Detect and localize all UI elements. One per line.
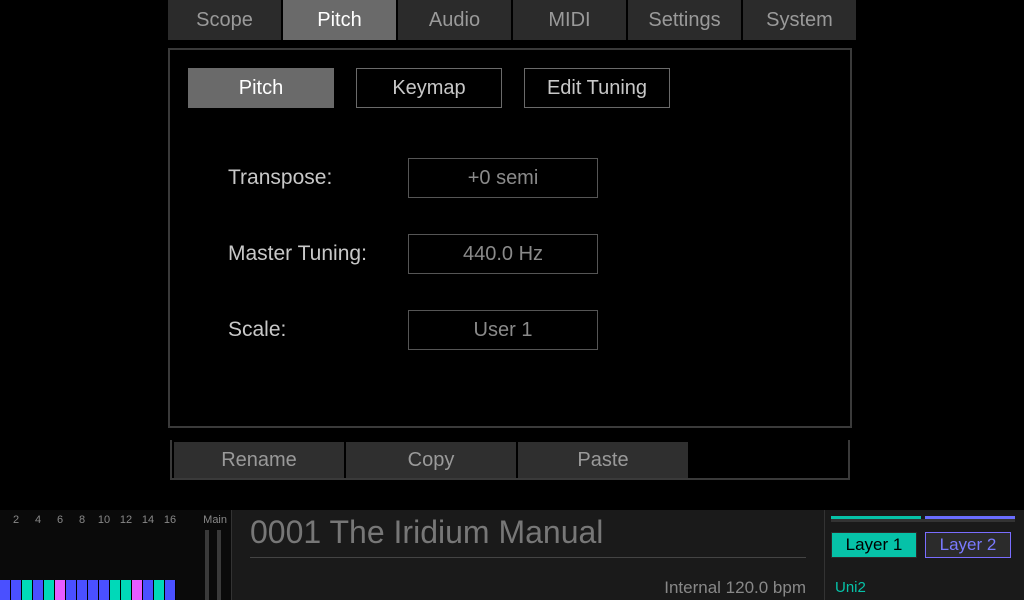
midi-bar: [143, 580, 154, 600]
layer-1-button[interactable]: Layer 1: [831, 532, 917, 558]
action-row: Rename Copy Paste: [170, 440, 850, 480]
transpose-value[interactable]: +0 semi: [408, 158, 598, 198]
midi-bar: [154, 580, 165, 600]
main-meter-1: [217, 530, 221, 600]
subtab-pitch[interactable]: Pitch: [188, 68, 334, 108]
tab-scope[interactable]: Scope: [168, 0, 281, 40]
transpose-label: Transpose:: [228, 166, 408, 190]
layer-buttons: Layer 1 Layer 2: [831, 532, 1018, 558]
midi-bar: [66, 580, 77, 600]
subtab-keymap[interactable]: Keymap: [356, 68, 502, 108]
layer-meters: [831, 516, 1015, 522]
tab-audio[interactable]: Audio: [398, 0, 511, 40]
midi-bar: [44, 580, 55, 600]
sub-tab-bar: Pitch Keymap Edit Tuning: [188, 68, 832, 108]
master-tuning-row: Master Tuning: 440.0 Hz: [188, 234, 832, 274]
midi-bar: [165, 580, 176, 600]
main-meter-2: [205, 530, 209, 600]
midi-main-label: Main: [203, 514, 227, 526]
transpose-row: Transpose: +0 semi: [188, 158, 832, 198]
midi-bar: [55, 580, 66, 600]
bottom-bar: 2 4 6 8 10 12 14 16 Main: [0, 510, 1024, 600]
preset-name: 0001 The Iridium Manual: [250, 514, 806, 551]
midi-bar: [99, 580, 110, 600]
midi-channel-numbers: 2 4 6 8 10 12 14 16: [6, 514, 180, 526]
midi-bars: [0, 580, 176, 600]
midi-bar: [121, 580, 132, 600]
scale-row: Scale: User 1: [188, 310, 832, 350]
scale-label: Scale:: [228, 318, 408, 342]
copy-button[interactable]: Copy: [346, 442, 516, 478]
rename-button[interactable]: Rename: [174, 442, 344, 478]
tab-pitch[interactable]: Pitch: [283, 0, 396, 40]
layer-2-button[interactable]: Layer 2: [925, 532, 1011, 558]
midi-bar: [11, 580, 22, 600]
voice-mode-label: Uni2: [835, 579, 866, 596]
divider: [250, 557, 806, 558]
master-tuning-value[interactable]: 440.0 Hz: [408, 234, 598, 274]
preset-area[interactable]: 0001 The Iridium Manual Internal 120.0 b…: [232, 510, 824, 600]
paste-button[interactable]: Paste: [518, 442, 688, 478]
layer-area: Layer 1 Layer 2 Uni2: [824, 510, 1024, 600]
tab-system[interactable]: System: [743, 0, 856, 40]
midi-bar: [110, 580, 121, 600]
midi-bar: [22, 580, 33, 600]
master-tuning-label: Master Tuning:: [228, 242, 408, 266]
scale-value[interactable]: User 1: [408, 310, 598, 350]
midi-bar: [132, 580, 143, 600]
midi-bar: [88, 580, 99, 600]
midi-bar: [33, 580, 44, 600]
midi-activity-monitor[interactable]: 2 4 6 8 10 12 14 16 Main: [0, 510, 232, 600]
tab-midi[interactable]: MIDI: [513, 0, 626, 40]
tempo-readout[interactable]: Internal 120.0 bpm: [664, 578, 806, 598]
subtab-edit-tuning[interactable]: Edit Tuning: [524, 68, 670, 108]
pitch-settings-panel: Pitch Keymap Edit Tuning Transpose: +0 s…: [168, 48, 852, 428]
tab-settings[interactable]: Settings: [628, 0, 741, 40]
midi-bar: [0, 580, 11, 600]
midi-bar: [77, 580, 88, 600]
top-tab-bar: Scope Pitch Audio MIDI Settings System: [168, 0, 856, 40]
